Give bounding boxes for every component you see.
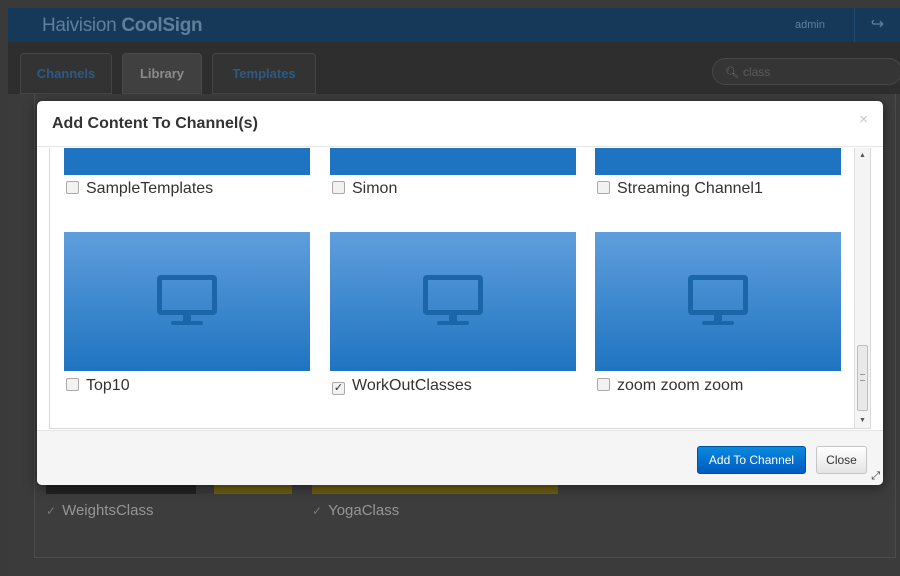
channel-label: zoom zoom zoom — [597, 377, 743, 395]
search-input[interactable]: 🔍︎ class — [712, 58, 900, 85]
channel-label: Simon — [332, 180, 397, 198]
channel-label: SampleTemplates — [66, 180, 213, 198]
monitor-icon — [423, 275, 483, 327]
channel-checkbox[interactable] — [66, 378, 79, 391]
monitor-icon — [688, 275, 748, 327]
library-item-weightsclass[interactable]: ✓ WeightsClass — [46, 480, 292, 519]
vertical-scrollbar[interactable]: ▲ ▼ — [854, 148, 870, 428]
channel-checkbox-checked[interactable]: ✓ — [332, 382, 345, 395]
channel-checkbox[interactable] — [66, 181, 79, 194]
search-icon: 🔍︎ — [725, 67, 739, 79]
scroll-up-icon[interactable]: ▲ — [855, 148, 870, 164]
tab-channels[interactable]: Channels — [20, 53, 112, 94]
modal-title: Add Content To Channel(s) — [52, 115, 258, 132]
close-button[interactable]: Close — [816, 446, 867, 474]
add-to-channel-button[interactable]: Add To Channel — [697, 446, 806, 474]
top-navbar: Haivision CoolSign admin ↪ — [8, 8, 900, 42]
channel-checkbox[interactable] — [332, 181, 345, 194]
scroll-down-icon[interactable]: ▼ — [855, 413, 870, 428]
library-item-yogaclass[interactable]: ✓ YogaClass — [312, 480, 558, 519]
channel-thumbnail — [64, 148, 310, 175]
app-logo[interactable]: Haivision CoolSign — [42, 15, 203, 37]
monitor-icon — [157, 275, 217, 327]
channel-checkbox[interactable] — [597, 181, 610, 194]
signout-icon[interactable]: ↪ — [854, 8, 900, 42]
main-tabs: Channels Library Templates 🔍︎ class — [8, 42, 900, 94]
tab-library[interactable]: Library — [122, 53, 202, 94]
checkbox-checked-icon[interactable]: ✓ — [46, 504, 56, 518]
channel-thumbnail — [330, 232, 576, 371]
close-icon[interactable]: × — [859, 111, 868, 128]
channel-thumbnail — [595, 148, 841, 175]
add-content-modal: Add Content To Channel(s) × SampleTempla… — [37, 101, 883, 485]
scrollbar-thumb[interactable] — [857, 345, 868, 411]
modal-footer: Add To Channel Close ⤢ — [37, 430, 883, 485]
channel-thumbnail — [595, 232, 841, 371]
user-menu[interactable]: admin — [795, 19, 825, 31]
item-label: ✓ WeightsClass — [46, 502, 154, 519]
item-label: ✓ YogaClass — [312, 502, 400, 519]
checkbox-checked-icon[interactable]: ✓ — [312, 504, 322, 518]
channel-thumbnail — [330, 148, 576, 175]
channel-label: Top10 — [66, 377, 130, 395]
resize-handle-icon[interactable]: ⤢ — [871, 470, 880, 483]
channel-label: Streaming Channel1 — [597, 180, 763, 198]
tab-templates[interactable]: Templates — [212, 53, 316, 94]
modal-header: Add Content To Channel(s) × — [37, 101, 883, 147]
channel-list: SampleTemplates Simon Streaming Channel1… — [49, 148, 871, 429]
channel-thumbnail — [64, 232, 310, 371]
channel-label: ✓ WorkOutClasses — [332, 377, 472, 395]
channel-checkbox[interactable] — [597, 378, 610, 391]
search-value: class — [742, 65, 771, 79]
